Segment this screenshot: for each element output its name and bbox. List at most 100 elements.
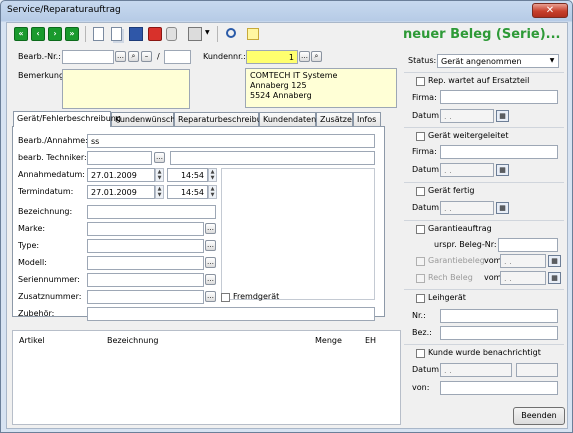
marke-label: Marke: (18, 224, 46, 233)
stop-icon[interactable] (148, 27, 162, 41)
fertig-datum-input[interactable]: . . (440, 201, 494, 215)
article-grid[interactable]: Artikel Bezeichnung Menge EH (12, 330, 401, 425)
rech-beleg-vom-input[interactable]: . . (500, 271, 546, 285)
garantiebeleg-checkbox[interactable] (416, 257, 425, 266)
last-record-icon[interactable]: » (65, 27, 79, 41)
rep-wartet-datum-input[interactable]: . . (440, 109, 494, 123)
title-bar[interactable]: Service/Reparaturauftrag ✕ (1, 1, 572, 21)
leihgeraet-nr-input[interactable] (440, 309, 558, 323)
datum-label: Datum: (412, 365, 442, 374)
calendar-icon[interactable]: ▦ (496, 164, 509, 176)
urspr-beleg-input[interactable] (498, 238, 558, 252)
leihgeraet-checkbox[interactable] (416, 294, 425, 303)
rech-beleg-checkbox[interactable] (416, 274, 425, 283)
marke-browse-button[interactable]: … (205, 223, 216, 234)
bearb-nr-input[interactable] (62, 50, 114, 64)
divider (404, 220, 564, 221)
pause-icon[interactable] (166, 27, 177, 41)
bez-label: Bez.: (412, 328, 432, 337)
print-icon[interactable] (188, 27, 202, 41)
type-input[interactable] (87, 239, 204, 253)
tab-geraet-fehlerbeschreibung[interactable]: Gerät/Fehlerbeschreibung (13, 111, 121, 127)
termindatum-input[interactable]: 27.01.2009 (87, 185, 155, 199)
new-document-icon[interactable] (93, 27, 104, 41)
annahmedatum-spinner[interactable]: ▲ ▼ (155, 168, 164, 182)
weitergeleitet-firma-input[interactable] (440, 145, 558, 159)
beenden-button[interactable]: Beenden (513, 407, 565, 425)
bearb-nr-search-icon[interactable]: ⌕ (128, 51, 139, 62)
marke-input[interactable] (87, 222, 204, 236)
grid-header-bezeichnung[interactable]: Bezeichnung (107, 336, 159, 345)
toolbar-separator (217, 26, 218, 42)
bemerkung-input[interactable] (62, 69, 190, 109)
tab-kundendaten[interactable]: Kundendaten (259, 112, 316, 126)
fremdgeraet-checkbox[interactable] (221, 293, 230, 302)
type-browse-button[interactable]: … (205, 240, 216, 251)
rep-wartet-checkbox[interactable] (416, 77, 425, 86)
grid-header-menge[interactable]: Menge (315, 336, 342, 345)
kundennr-input[interactable]: 1 (246, 50, 298, 64)
termindatum-spinner[interactable]: ▲ ▼ (155, 185, 164, 199)
bearb-nr-suffix-input[interactable] (164, 50, 191, 64)
close-button[interactable]: ✕ (532, 3, 568, 18)
print-dropdown-icon[interactable]: ▼ (205, 29, 210, 36)
save-icon[interactable] (129, 27, 143, 41)
status-select[interactable]: Gerät angenommen ▼ (437, 54, 559, 68)
techniker-input[interactable] (87, 151, 152, 165)
zusatznummer-input[interactable] (87, 290, 204, 304)
annahmedatum-input[interactable]: 27.01.2009 (87, 168, 155, 182)
benachrichtigt-datum-input[interactable]: . . (440, 363, 512, 377)
modell-input[interactable] (87, 256, 204, 270)
techniker-browse-button[interactable]: … (154, 152, 165, 163)
zubehoer-label: Zubehör: (18, 309, 55, 318)
status-label: Status: (408, 56, 437, 65)
zubehoer-input[interactable] (87, 307, 375, 321)
techniker-name-field (170, 151, 375, 165)
weitergeleitet-checkbox[interactable] (416, 132, 425, 141)
annahmedatum-label: Annahmedatum: (18, 170, 85, 179)
benachrichtigt-zeit-input[interactable] (516, 363, 558, 377)
tab-infos[interactable]: Infos (353, 112, 381, 126)
calendar-icon[interactable]: ▦ (496, 202, 509, 214)
calendar-icon[interactable]: ▦ (548, 255, 561, 267)
fertig-checkbox[interactable] (416, 187, 425, 196)
seriennummer-input[interactable] (87, 273, 204, 287)
grid-header-eh[interactable]: EH (365, 336, 376, 345)
fertig-label: Gerät fertig (428, 186, 475, 195)
bearb-annahme-input[interactable]: ss (87, 134, 375, 148)
next-record-icon[interactable]: › (48, 27, 62, 41)
previous-record-icon[interactable]: ‹ (31, 27, 45, 41)
modell-browse-button[interactable]: … (205, 257, 216, 268)
tab-zusaetze[interactable]: Zusätze (316, 112, 353, 126)
first-record-icon[interactable]: « (14, 27, 28, 41)
calendar-icon[interactable]: ▦ (548, 272, 561, 284)
bezeichnung-input[interactable] (87, 205, 216, 219)
annahmezeit-spinner[interactable]: ▲ ▼ (208, 168, 217, 182)
weitergeleitet-label: Gerät weitergeleitet (428, 131, 509, 140)
search-icon[interactable] (226, 28, 236, 38)
garantiebeleg-vom-input[interactable]: . . (500, 254, 546, 268)
weitergeleitet-datum-input[interactable]: . . (440, 163, 494, 177)
garantie-checkbox[interactable] (416, 225, 425, 234)
benachrichtigt-von-input[interactable] (440, 381, 558, 395)
tab-reparaturbeschreibung[interactable]: Reparaturbeschreibung (174, 112, 272, 126)
bearb-nr-browse-button[interactable]: … (115, 51, 126, 62)
terminzeit-spinner[interactable]: ▲ ▼ (208, 185, 217, 199)
seriennummer-browse-button[interactable]: … (205, 274, 216, 285)
copy-icon[interactable] (111, 27, 122, 41)
note-icon[interactable] (247, 28, 259, 40)
firma-label: Firma: (412, 147, 437, 156)
zusatznummer-browse-button[interactable]: … (205, 291, 216, 302)
garantiebeleg-label: Garantiebeleg (428, 256, 485, 265)
leihgeraet-bez-input[interactable] (440, 326, 558, 340)
bearb-nr-clear-button[interactable]: – (141, 51, 152, 62)
calendar-icon[interactable]: ▦ (496, 110, 509, 122)
kundennr-search-icon[interactable]: ⌕ (311, 51, 322, 62)
rep-wartet-firma-input[interactable] (440, 90, 558, 104)
kundennr-browse-button[interactable]: … (299, 51, 310, 62)
grid-header-artikel[interactable]: Artikel (19, 336, 45, 345)
annahmezeit-input[interactable]: 14:54 (167, 168, 208, 182)
benachrichtigt-checkbox[interactable] (416, 349, 425, 358)
status-select-value: Gerät angenommen (441, 57, 522, 66)
terminzeit-input[interactable]: 14:54 (167, 185, 208, 199)
